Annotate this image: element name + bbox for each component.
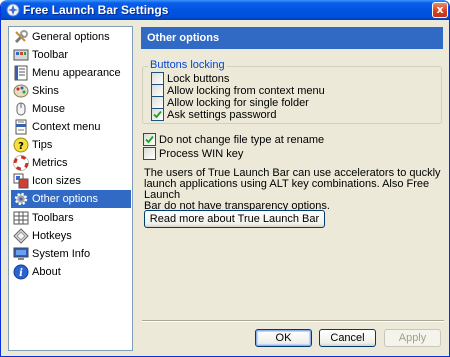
tip-icon-glyph: ? [18, 141, 24, 152]
tip-icon: ? [13, 137, 29, 153]
sidebar-item-general-options[interactable]: General options [11, 28, 131, 46]
sidebar-item-label: Mouse [32, 103, 66, 115]
sidebar-item-label: Metrics [32, 157, 68, 169]
footer-divider [142, 320, 444, 322]
page-title: Other options [141, 27, 443, 49]
checkbox-box[interactable] [151, 108, 164, 121]
checkbox-box[interactable] [143, 147, 156, 160]
buttons-locking-group-label: Buttons locking [148, 59, 227, 71]
settings-category-list[interactable]: General options Toolbar Menu appearance … [8, 26, 133, 351]
read-more-button[interactable]: Read more about True Launch Bar [144, 210, 325, 228]
checkmark-icon [145, 135, 154, 144]
palette-icon [13, 83, 29, 99]
sidebar-item-label: Context menu [32, 121, 101, 133]
checkbox-label: Allow locking from context menu [167, 84, 325, 97]
sidebar-item-label: Tips [32, 139, 53, 151]
close-button[interactable]: x [432, 2, 448, 18]
sidebar-item-skins[interactable]: Skins [11, 82, 131, 100]
sidebar-item-label: Other options [32, 193, 99, 205]
sidebar-item-label: Toolbars [32, 212, 74, 224]
checkbox-label: Lock buttons [167, 72, 230, 85]
sidebar-item-label: About [32, 266, 61, 278]
sidebar-item-label: System Info [32, 248, 91, 260]
sidebar-item-label: Toolbar [32, 49, 69, 61]
sidebar-item-system-info[interactable]: System Info [11, 245, 131, 263]
info-icon-glyph: i [19, 268, 23, 279]
close-icon: x [436, 3, 444, 16]
info-icon: i [13, 264, 29, 280]
sidebar-item-about[interactable]: i About [11, 263, 131, 281]
computer-icon [13, 246, 29, 262]
sidebar-item-label: Icon sizes [32, 175, 81, 187]
sidebar-item-tips[interactable]: ? Tips [11, 136, 131, 154]
gear-icon [13, 191, 29, 207]
context-menu-icon [13, 119, 29, 135]
toolbars-icon [13, 210, 29, 226]
description-line: launch applications using ALT key combin… [144, 178, 430, 201]
do-not-change-file-type-checkbox[interactable]: Do not change file type at rename [143, 133, 324, 146]
checkbox-label: Ask settings password [167, 108, 277, 121]
mouse-icon [13, 101, 29, 117]
sidebar-item-label: Skins [32, 85, 59, 97]
sidebar-item-context-menu[interactable]: Context menu [11, 118, 131, 136]
sidebar-item-label: Hotkeys [32, 230, 72, 242]
ask-settings-password-checkbox[interactable]: Ask settings password [151, 108, 276, 121]
sidebar-item-icon-sizes[interactable]: Icon sizes [11, 172, 131, 190]
sidebar-item-hotkeys[interactable]: Hotkeys [11, 227, 131, 245]
hotkey-icon [13, 228, 29, 244]
apply-button[interactable]: Apply [384, 329, 441, 347]
icon-sizes-icon [13, 173, 29, 189]
process-win-key-checkbox[interactable]: Process WIN key [143, 147, 243, 160]
settings-window: Free Launch Bar Settings x General optio… [0, 0, 450, 357]
description-text: The users of True Launch Bar can use acc… [144, 168, 444, 212]
sidebar-item-menu-appearance[interactable]: Menu appearance [11, 64, 131, 82]
lifebuoy-icon [13, 155, 29, 171]
checkbox-label: Do not change file type at rename [159, 133, 325, 146]
sidebar-item-mouse[interactable]: Mouse [11, 100, 131, 118]
sidebar-item-metrics[interactable]: Metrics [11, 154, 131, 172]
window-title: Free Launch Bar Settings [23, 3, 169, 17]
tools-icon [13, 29, 29, 45]
checkbox-label: Allow locking for single folder [167, 96, 309, 109]
cancel-button[interactable]: Cancel [319, 329, 376, 347]
menu-icon [13, 65, 29, 81]
checkmark-icon [153, 110, 162, 119]
sidebar-item-other-options[interactable]: Other options [11, 190, 131, 208]
sidebar-item-label: General options [32, 31, 110, 43]
ok-button[interactable]: OK [255, 329, 312, 347]
checkbox-label: Process WIN key [159, 147, 244, 160]
toolbar-icon [13, 47, 29, 63]
sidebar-item-toolbars[interactable]: Toolbars [11, 209, 131, 227]
checkbox-box[interactable] [143, 133, 156, 146]
title-bar[interactable]: Free Launch Bar Settings x [1, 0, 449, 20]
app-icon [6, 3, 20, 17]
sidebar-item-toolbar[interactable]: Toolbar [11, 46, 131, 64]
sidebar-item-label: Menu appearance [32, 67, 121, 79]
